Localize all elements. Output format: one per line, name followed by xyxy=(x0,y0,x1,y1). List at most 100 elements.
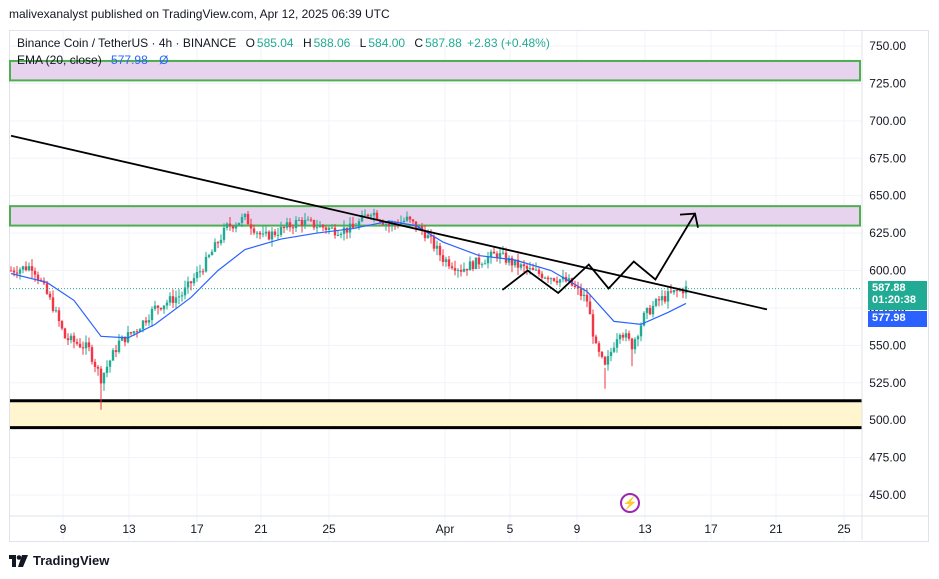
y-tick-label: 500.00 xyxy=(869,413,906,427)
candle-body xyxy=(240,217,244,223)
candle-body xyxy=(225,223,229,228)
candles xyxy=(9,208,688,410)
y-tick-label: 675.00 xyxy=(869,151,906,165)
candle-body xyxy=(273,231,277,235)
candle-body xyxy=(72,335,76,342)
ema-line xyxy=(10,220,862,339)
candle-body xyxy=(264,231,268,234)
candle-body xyxy=(63,328,67,339)
candle-body xyxy=(132,331,136,334)
candle-body xyxy=(204,256,208,272)
candle-body xyxy=(675,290,679,292)
candle-body xyxy=(261,233,265,235)
candle-body xyxy=(471,261,475,270)
candle-body xyxy=(294,220,298,229)
candle-body xyxy=(663,296,667,302)
candle-body xyxy=(159,307,163,310)
candle-body xyxy=(330,227,334,229)
candle-body xyxy=(351,223,355,228)
candle-body xyxy=(447,259,451,267)
change-value: +2.83 (+0.48%) xyxy=(467,36,550,50)
candle-body xyxy=(315,227,319,229)
candle-body xyxy=(369,215,373,217)
candle-body xyxy=(270,231,274,240)
candle-body xyxy=(141,320,145,330)
candle-body xyxy=(657,299,661,301)
low-key: L xyxy=(359,36,367,50)
candle-body xyxy=(228,223,232,227)
candle-body xyxy=(60,321,64,329)
candle-body xyxy=(339,233,343,236)
candle-body xyxy=(600,351,604,357)
candle-body xyxy=(147,320,151,323)
candle-body xyxy=(213,242,217,252)
y-tick-label: 700.00 xyxy=(869,114,906,128)
candle-body xyxy=(201,271,205,273)
candle-body xyxy=(540,273,544,278)
candle-body xyxy=(162,305,166,310)
candle-body xyxy=(456,269,460,271)
ema-label[interactable]: EMA (20, close) xyxy=(17,53,102,67)
candle-body xyxy=(534,269,538,271)
candle-body xyxy=(252,228,256,233)
candle-body xyxy=(468,261,472,271)
candle-body xyxy=(276,234,280,236)
price-chart[interactable]: 750.00 725.00 700.00 675.00 650.00 625.00 600.… xyxy=(0,0,939,579)
candle-body xyxy=(186,281,190,288)
candle-body xyxy=(660,296,664,301)
candle-body xyxy=(528,268,532,270)
footer-brand[interactable]: TradingView xyxy=(9,553,109,568)
candle-body xyxy=(636,336,640,340)
candle-body xyxy=(480,264,484,266)
candle-body xyxy=(486,257,490,264)
candle-body xyxy=(222,227,226,240)
y-tick-label: 450.00 xyxy=(869,488,906,502)
candle-body xyxy=(582,294,586,296)
candle-body xyxy=(483,263,487,265)
candle-body xyxy=(591,314,595,337)
high-key: H xyxy=(302,36,312,50)
x-tick-label: Apr xyxy=(436,522,455,536)
candle-body xyxy=(669,291,673,293)
candle-body xyxy=(588,301,592,315)
candle-body xyxy=(579,288,583,296)
candle-body xyxy=(81,347,85,349)
candle-body xyxy=(189,281,193,284)
candle-body xyxy=(411,219,415,222)
candle-body xyxy=(282,227,286,229)
candle-body xyxy=(9,270,13,272)
candle-body xyxy=(36,274,40,280)
x-tick-label: 17 xyxy=(190,522,204,536)
y-tick-label: 750.00 xyxy=(869,39,906,53)
last-price-tag: 587.88 01:20:38 xyxy=(868,281,927,310)
lightning-icon[interactable]: ⚡ xyxy=(620,493,640,513)
x-tick-label: 25 xyxy=(322,522,336,536)
candle-body xyxy=(168,296,172,303)
candle-body xyxy=(531,268,535,271)
candle-body xyxy=(90,347,94,362)
candle-body xyxy=(552,278,556,281)
candle-body xyxy=(609,351,613,357)
y-tick-label: 650.00 xyxy=(869,189,906,203)
candle-body xyxy=(387,224,391,227)
candle-body xyxy=(321,225,325,228)
candle-body xyxy=(606,356,610,365)
candle-body xyxy=(384,224,388,226)
candle-body xyxy=(408,216,412,220)
candle-body xyxy=(342,227,346,234)
resistance-zone xyxy=(9,205,861,227)
y-tick-label: 725.00 xyxy=(869,76,906,90)
candle-body xyxy=(366,214,370,217)
candle-body xyxy=(621,334,625,338)
candle-body xyxy=(648,307,652,315)
candle-body xyxy=(312,220,316,228)
candle-body xyxy=(318,225,322,228)
symbol-label[interactable]: Binance Coin / TetherUS · 4h · BINANCE xyxy=(17,36,236,50)
candle-body xyxy=(498,253,502,258)
y-tick-label: 550.00 xyxy=(869,338,906,352)
x-tick-label: 17 xyxy=(704,522,718,536)
candle-body xyxy=(489,251,493,258)
candle-body xyxy=(66,338,70,341)
candle-body xyxy=(543,277,547,279)
close-key: C xyxy=(414,36,424,50)
